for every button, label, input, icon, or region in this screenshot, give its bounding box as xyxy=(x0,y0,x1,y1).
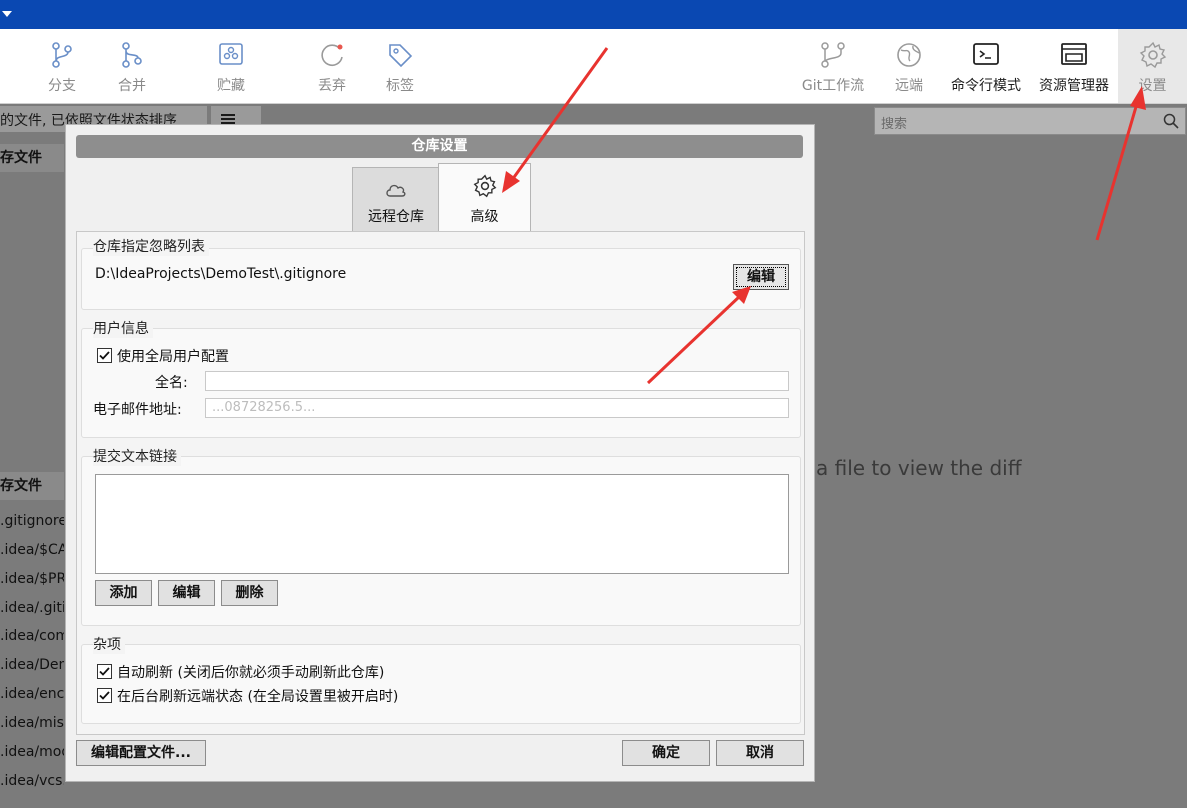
merge-button[interactable]: 合并 xyxy=(104,29,160,103)
merge-icon xyxy=(122,42,142,68)
background-refresh-label: 在后台刷新远端状态 (在全局设置里被开启时) xyxy=(117,689,399,705)
gitignore-path: D:\IdeaProjects\DemoTest\.gitignore xyxy=(95,266,347,282)
misc-group xyxy=(81,644,801,724)
title-bar xyxy=(0,0,1187,29)
auto-refresh-checkbox[interactable] xyxy=(97,664,112,679)
gitflow-label: Git工作流 xyxy=(801,78,865,94)
folder-icon xyxy=(1061,43,1087,65)
diff-placeholder-text: a file to view the diff xyxy=(816,456,1022,480)
branch-label: 分支 xyxy=(48,78,76,94)
gear-icon xyxy=(473,174,496,198)
list-icon-line xyxy=(221,118,235,120)
explorer-button[interactable]: 资源管理器 xyxy=(1032,29,1116,103)
discard-label: 丢弃 xyxy=(318,78,346,94)
email-label: 电子邮件地址: xyxy=(93,402,182,418)
edit-gitignore-button[interactable]: 编辑 xyxy=(733,264,789,290)
tag-label: 标签 xyxy=(386,78,414,94)
cancel-button[interactable]: 取消 xyxy=(716,740,804,766)
tag-button[interactable]: 标签 xyxy=(372,29,428,103)
main-toolbar: 分支 合并 贮藏 丢弃 标签 Git工作流 远端 命令行模式 资源管理器 设置 xyxy=(0,29,1187,104)
terminal-label: 命令行模式 xyxy=(951,78,1021,94)
use-global-user-checkbox[interactable] xyxy=(97,348,112,363)
misc-title: 杂项 xyxy=(93,634,125,654)
file-item[interactable]: .idea/com xyxy=(0,622,64,650)
terminal-icon xyxy=(973,43,999,65)
tag-icon xyxy=(389,44,413,68)
ignore-list-title: 仓库指定忽略列表 xyxy=(93,236,209,256)
globe-icon xyxy=(897,43,921,67)
file-item[interactable]: .gitignore xyxy=(0,507,64,535)
file-item[interactable]: .idea/vcs.xml xyxy=(0,767,64,795)
full-name-field[interactable] xyxy=(205,371,789,391)
tab-advanced-label: 高级 xyxy=(470,209,499,225)
search-input[interactable]: 搜索 xyxy=(874,107,1186,135)
file-item[interactable]: .idea/mod xyxy=(0,738,64,766)
full-name-label: 全名: xyxy=(155,375,188,391)
file-item[interactable]: .idea/$PR xyxy=(0,565,64,593)
terminal-button[interactable]: 命令行模式 xyxy=(944,29,1028,103)
search-placeholder: 搜索 xyxy=(881,117,908,132)
staged-header: 存文件 xyxy=(0,472,64,500)
email-field[interactable]: ...08728256.5... xyxy=(205,398,789,418)
edit-link-button[interactable]: 编辑 xyxy=(158,580,215,606)
file-item[interactable]: .idea/Dem xyxy=(0,651,64,679)
file-item[interactable]: .idea/enc xyxy=(0,680,64,708)
gear-icon xyxy=(1139,41,1167,69)
stash-label: 贮藏 xyxy=(217,78,245,94)
delete-link-button[interactable]: 删除 xyxy=(221,580,278,606)
checkmark-icon xyxy=(99,351,110,360)
commit-links-title: 提交文本链接 xyxy=(93,446,181,466)
tab-remote-label: 远程仓库 xyxy=(368,209,424,225)
advanced-panel: 仓库指定忽略列表 D:\IdeaProjects\DemoTest\.gitig… xyxy=(76,231,805,735)
ok-button[interactable]: 确定 xyxy=(622,740,710,766)
auto-refresh-label: 自动刷新 (关闭后你就必须手动刷新此仓库) xyxy=(117,665,385,681)
edit-config-file-button[interactable]: 编辑配置文件... xyxy=(76,740,206,766)
gitflow-icon xyxy=(821,42,845,68)
commit-links-list[interactable] xyxy=(95,474,789,574)
dialog-title: 仓库设置 xyxy=(76,135,803,158)
list-icon-line xyxy=(221,114,235,116)
explorer-label: 资源管理器 xyxy=(1039,78,1109,94)
unstaged-header: 存文件 xyxy=(0,144,64,172)
menu-caret-icon[interactable] xyxy=(2,11,12,17)
use-global-user-label: 使用全局用户配置 xyxy=(117,349,229,365)
file-item[interactable]: .idea/misc xyxy=(0,709,64,737)
stash-button[interactable]: 贮藏 xyxy=(200,29,262,103)
remote-button[interactable]: 远端 xyxy=(882,29,936,103)
cloud-icon xyxy=(386,184,406,197)
background-refresh-checkbox[interactable] xyxy=(97,688,112,703)
branch-icon xyxy=(52,42,72,68)
discard-icon xyxy=(321,44,343,66)
add-link-button[interactable]: 添加 xyxy=(95,580,152,606)
merge-label: 合并 xyxy=(118,78,146,94)
user-info-title: 用户信息 xyxy=(93,318,153,338)
checkmark-icon xyxy=(99,691,110,700)
remote-label: 远端 xyxy=(895,78,923,94)
file-item[interactable]: .idea/$CA xyxy=(0,536,64,564)
tab-remote-repos[interactable]: 远程仓库 xyxy=(352,167,440,233)
stash-icon xyxy=(219,43,243,65)
discard-button[interactable]: 丢弃 xyxy=(304,29,360,103)
file-item[interactable]: .idea/.giti xyxy=(0,594,64,622)
checkmark-icon xyxy=(99,667,110,676)
tab-advanced[interactable]: 高级 xyxy=(438,163,531,232)
repository-settings-dialog: 仓库设置 远程仓库 高级 仓库指定忽略列表 D:\IdeaProjects\De… xyxy=(65,124,815,782)
branch-button[interactable]: 分支 xyxy=(34,29,90,103)
gitflow-button[interactable]: Git工作流 xyxy=(796,29,870,103)
settings-label: 设置 xyxy=(1138,78,1167,94)
settings-button[interactable]: 设置 xyxy=(1118,29,1187,103)
search-icon xyxy=(1163,113,1179,129)
